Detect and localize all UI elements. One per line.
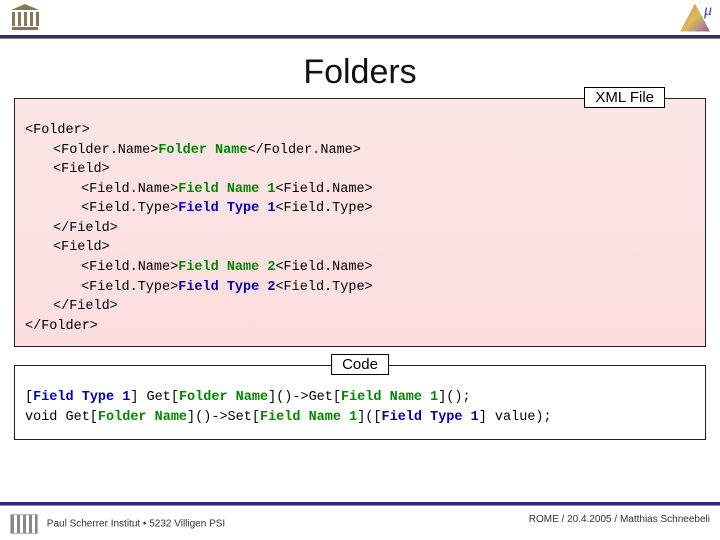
code-panel: Code [Field Type 1] Get[Folder Name]()->… bbox=[14, 365, 706, 440]
xml-line: <Field.Type>Field Type 2<Field.Type> bbox=[25, 278, 695, 298]
header-bar: μ bbox=[0, 0, 720, 35]
psi-logo-icon bbox=[10, 514, 38, 534]
xml-line: <Field> bbox=[25, 238, 695, 258]
xml-line: <Field> bbox=[25, 160, 695, 180]
building-icon bbox=[10, 4, 40, 32]
xml-line: </Folder> bbox=[25, 317, 695, 337]
xml-panel: XML File <Folder> <Folder.Name>Folder Na… bbox=[14, 98, 706, 347]
footer: Paul Scherrer Institut • 5232 Villigen P… bbox=[0, 514, 720, 534]
xml-line: <Field.Type>Field Type 1<Field.Type> bbox=[25, 199, 695, 219]
xml-content: <Folder> <Folder.Name>Folder Name</Folde… bbox=[25, 121, 695, 336]
header-rule bbox=[0, 35, 720, 39]
footer-left-text: Paul Scherrer Institut • 5232 Villigen P… bbox=[47, 519, 225, 530]
footer-right: ROME / 20.4.2005 / Matthias Schneebeli bbox=[529, 514, 710, 534]
code-label: Code bbox=[331, 354, 389, 375]
footer-left: Paul Scherrer Institut • 5232 Villigen P… bbox=[10, 514, 225, 534]
xml-line: <Folder> bbox=[25, 121, 695, 141]
xml-line: <Field.Name>Field Name 1<Field.Name> bbox=[25, 180, 695, 200]
xml-line: <Folder.Name>Folder Name</Folder.Name> bbox=[25, 141, 695, 161]
mu-logo-icon: μ bbox=[680, 4, 710, 32]
footer-rule bbox=[0, 502, 720, 506]
code-line: void Get[Folder Name]()->Set[Field Name … bbox=[25, 408, 695, 428]
xml-label: XML File bbox=[584, 87, 665, 108]
code-line: [Field Type 1] Get[Folder Name]()->Get[F… bbox=[25, 388, 695, 408]
xml-line: <Field.Name>Field Name 2<Field.Name> bbox=[25, 258, 695, 278]
xml-line: </Field> bbox=[25, 297, 695, 317]
code-content: [Field Type 1] Get[Folder Name]()->Get[F… bbox=[25, 388, 695, 427]
xml-line: </Field> bbox=[25, 219, 695, 239]
